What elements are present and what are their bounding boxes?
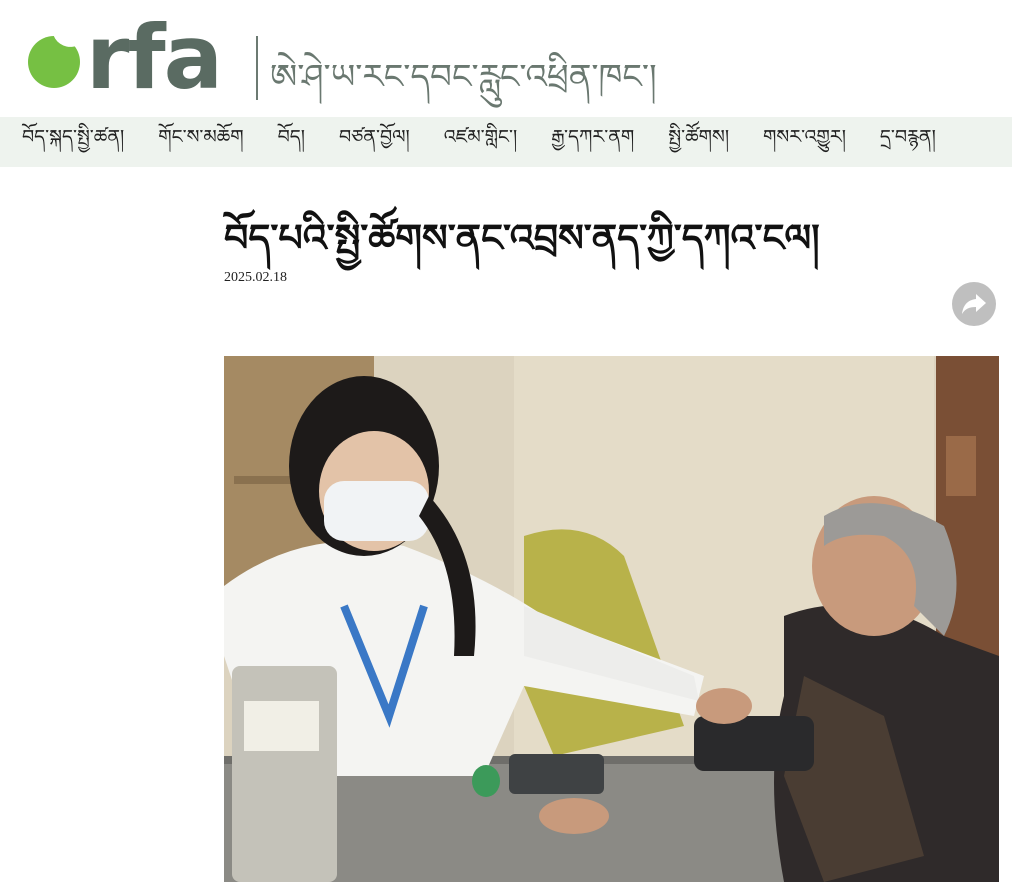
article-title: བོད་པའི་སྤྱི་ཚོགས་ནང་འབྲས་ནད་ཀྱི་དཀའ་ངལ། bbox=[224, 215, 820, 260]
nav-item-video[interactable]: དྲ་བརྙན། bbox=[880, 115, 936, 169]
rfa-logo[interactable]: rfa bbox=[28, 8, 248, 108]
page: rfa ཨེ་ཤེ་ཡ་རང་དབང་རླུང་འཕྲིན་ཁང་། བོད་ས… bbox=[0, 0, 1012, 882]
article-date: 2025.02.18 bbox=[224, 270, 287, 285]
site-header: rfa ཨེ་ཤེ་ཡ་རང་དབང་རླུང་འཕྲིན་ཁང་། bbox=[0, 0, 1012, 116]
photo-illustration bbox=[224, 356, 999, 882]
logo-text: rfa bbox=[86, 6, 223, 109]
share-button[interactable] bbox=[952, 282, 996, 326]
article-photo bbox=[224, 356, 999, 882]
nav-item-news[interactable]: གསར་འགྱུར། bbox=[763, 115, 846, 169]
share-arrow-icon bbox=[962, 294, 986, 314]
main-nav: བོད་སྐད་སྤྱི་ཚན། གོང་ས་མཆོག བོད། བཙན་བྱོ… bbox=[0, 117, 1012, 167]
header-divider bbox=[256, 36, 258, 100]
nav-item-china-india[interactable]: རྒྱ་དཀར་ནག bbox=[551, 115, 634, 169]
nav-item-dalai-lama[interactable]: གོང་ས་མཆོག bbox=[158, 115, 243, 169]
nav-item-world[interactable]: འཛམ་གླིང་། bbox=[444, 115, 517, 169]
nav-item-exile[interactable]: བཙན་བྱོལ། bbox=[339, 115, 410, 169]
nav-item-society[interactable]: སྤྱི་ཚོགས། bbox=[668, 115, 729, 169]
nav-item-tibet[interactable]: བོད། bbox=[278, 115, 305, 169]
logo-leaf-icon bbox=[28, 36, 80, 88]
nav-item-tibetan-general[interactable]: བོད་སྐད་སྤྱི་ཚན། bbox=[22, 115, 124, 169]
